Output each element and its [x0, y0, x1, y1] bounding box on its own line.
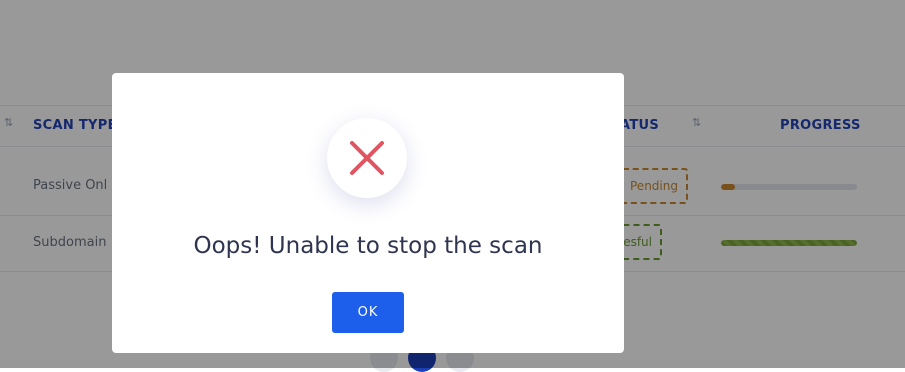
error-icon-circle — [327, 118, 407, 198]
close-x-icon — [350, 141, 384, 175]
dialog-title: Oops! Unable to stop the scan — [193, 233, 543, 259]
ok-button[interactable]: OK — [332, 292, 404, 333]
error-dialog: Oops! Unable to stop the scan OK — [112, 73, 624, 353]
